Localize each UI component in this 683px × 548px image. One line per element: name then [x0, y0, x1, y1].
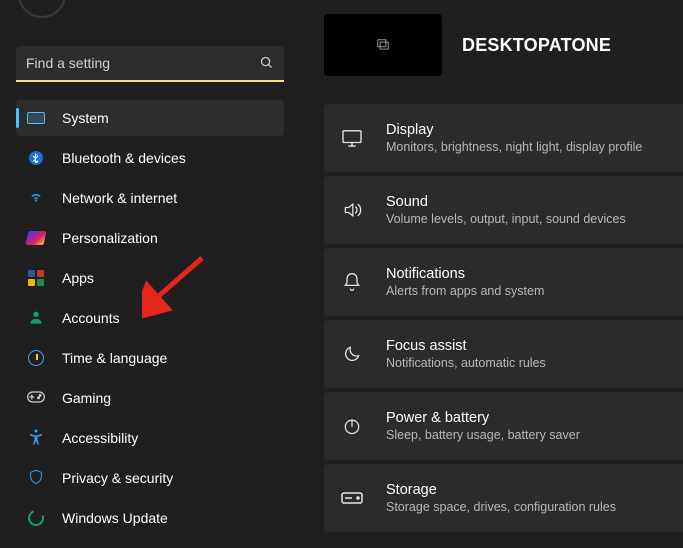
card-subtitle: Monitors, brightness, night light, displ… [386, 140, 642, 154]
sidebar-item-time[interactable]: Time & language [16, 340, 284, 376]
sidebar-item-bluetooth[interactable]: Bluetooth & devices [16, 140, 284, 176]
card-power[interactable]: Power & battery Sleep, battery usage, bat… [324, 392, 683, 460]
card-display[interactable]: Display Monitors, brightness, night light… [324, 104, 683, 172]
accessibility-icon [26, 428, 46, 448]
pc-name: DESKTOPATONE [462, 35, 611, 56]
sidebar-item-label: Windows Update [62, 510, 168, 526]
card-sound[interactable]: Sound Volume levels, output, input, sound… [324, 176, 683, 244]
focus-icon [340, 342, 364, 366]
privacy-icon [26, 468, 46, 488]
card-subtitle: Storage space, drives, configuration rul… [386, 500, 616, 514]
storage-icon [340, 486, 364, 510]
sidebar-item-label: Apps [62, 270, 94, 286]
card-subtitle: Volume levels, output, input, sound devi… [386, 212, 626, 226]
sidebar-item-privacy[interactable]: Privacy & security [16, 460, 284, 496]
display-icon [340, 126, 364, 150]
sidebar-item-accessibility[interactable]: Accessibility [16, 420, 284, 456]
card-subtitle: Alerts from apps and system [386, 284, 544, 298]
sidebar-item-label: Bluetooth & devices [62, 150, 186, 166]
accounts-icon [26, 308, 46, 328]
sidebar-item-gaming[interactable]: Gaming [16, 380, 284, 416]
card-storage[interactable]: Storage Storage space, drives, configurat… [324, 464, 683, 532]
apps-icon [26, 268, 46, 288]
sidebar-item-label: Time & language [62, 350, 167, 366]
sound-icon [340, 198, 364, 222]
card-title: Focus assist [386, 338, 546, 354]
sidebar-item-label: Network & internet [62, 190, 177, 206]
card-title: Notifications [386, 266, 544, 282]
sidebar-item-label: System [62, 110, 109, 126]
update-icon [26, 508, 46, 528]
sidebar-item-accounts[interactable]: Accounts [16, 300, 284, 336]
sidebar-item-label: Personalization [62, 230, 158, 246]
sidebar-item-label: Accessibility [62, 430, 138, 446]
sidebar-item-network[interactable]: Network & internet [16, 180, 284, 216]
search-input[interactable] [16, 46, 284, 82]
sidebar-item-label: Accounts [62, 310, 120, 326]
card-subtitle: Sleep, battery usage, battery saver [386, 428, 580, 442]
network-icon [26, 188, 46, 208]
sidebar-item-label: Privacy & security [62, 470, 173, 486]
sidebar-item-system[interactable]: System [16, 100, 284, 136]
card-title: Display [386, 122, 642, 138]
time-icon [26, 348, 46, 368]
system-icon [26, 108, 46, 128]
desktop-thumbnail [324, 14, 442, 76]
card-notifications[interactable]: Notifications Alerts from apps and system [324, 248, 683, 316]
card-title: Sound [386, 194, 626, 210]
gaming-icon [26, 388, 46, 408]
sidebar-item-apps[interactable]: Apps [16, 260, 284, 296]
sidebar-item-label: Gaming [62, 390, 111, 406]
card-subtitle: Notifications, automatic rules [386, 356, 546, 370]
card-focus[interactable]: Focus assist Notifications, automatic rul… [324, 320, 683, 388]
sidebar-item-personalization[interactable]: Personalization [16, 220, 284, 256]
search-field[interactable] [16, 46, 284, 82]
sidebar-item-update[interactable]: Windows Update [16, 500, 284, 536]
card-title: Storage [386, 482, 616, 498]
power-icon [340, 414, 364, 438]
avatar[interactable] [18, 0, 66, 18]
personalization-icon [26, 228, 46, 248]
bluetooth-icon [26, 148, 46, 168]
notifications-icon [340, 270, 364, 294]
card-title: Power & battery [386, 410, 580, 426]
